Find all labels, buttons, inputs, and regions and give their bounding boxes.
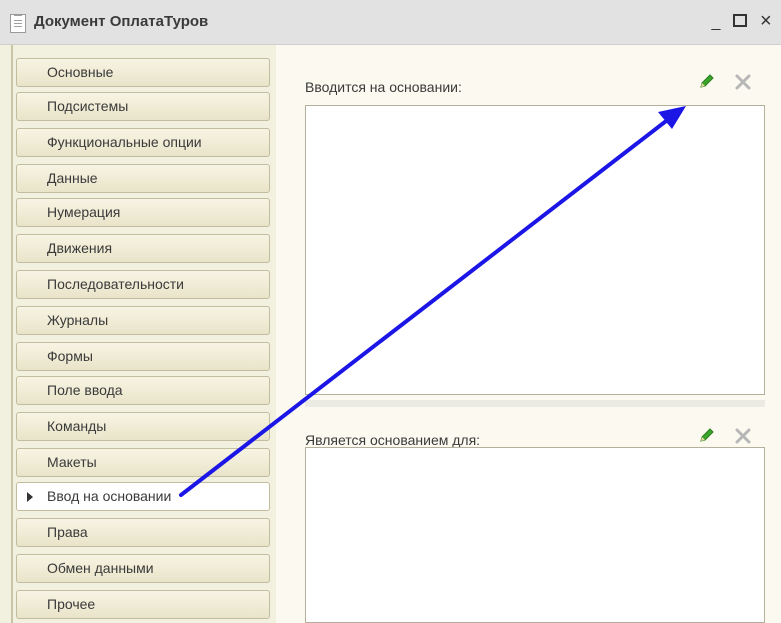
tab-label: Данные [47,170,98,186]
tab-label: Подсистемы [47,98,129,114]
tab-input-on-basis[interactable]: Ввод на основании [16,482,270,511]
basis-for-label: Является основанием для: [305,432,481,448]
tab-label: Нумерация [47,204,121,220]
tab-sequences[interactable]: Последовательности [16,270,270,299]
title-bar: Документ ОплатаТуров _ × [0,0,781,45]
tab-label: Основные [47,64,114,80]
triangle-right-icon [27,492,33,502]
tab-label: Последовательности [47,276,184,292]
tab-functional-options[interactable]: Функциональные опции [16,128,270,157]
tab-label: Обмен данными [47,560,154,576]
tab-label: Прочее [47,596,96,612]
tab-commands[interactable]: Команды [16,412,270,441]
tab-input-field[interactable]: Поле ввода [16,376,270,405]
tab-other[interactable]: Прочее [16,590,270,619]
document-icon [10,14,26,33]
tab-label: Формы [47,348,93,364]
sidebar-edge [11,45,13,623]
window-title: Документ ОплатаТуров [34,13,209,30]
tab-label: Функциональные опции [47,134,202,150]
pencil-icon[interactable] [698,426,716,444]
tab-data[interactable]: Данные [16,164,270,193]
maximize-button[interactable] [733,14,747,27]
tab-movements[interactable]: Движения [16,234,270,263]
tab-templates[interactable]: Макеты [16,448,270,477]
tab-main[interactable]: Основные [16,58,270,87]
tab-label: Команды [47,418,107,434]
based-on-list[interactable] [305,105,765,395]
tab-rights[interactable]: Права [16,518,270,547]
tab-label: Права [47,524,88,540]
tab-label: Журналы [47,312,109,328]
tab-forms[interactable]: Формы [16,342,270,371]
tab-numbering[interactable]: Нумерация [16,198,270,227]
minimize-button[interactable]: _ [706,12,726,31]
tab-label: Макеты [47,454,97,470]
tab-data-exchange[interactable]: Обмен данными [16,554,270,583]
tab-subsystems[interactable]: Подсистемы [16,92,270,121]
delete-icon[interactable] [733,426,753,446]
close-window-button[interactable]: × [760,10,781,32]
tab-label: Ввод на основании [47,488,172,504]
pencil-icon[interactable] [698,72,716,90]
basis-for-list[interactable] [305,447,765,623]
tab-label: Движения [47,240,113,256]
splitter[interactable] [305,400,765,407]
tab-label: Поле ввода [47,382,123,398]
delete-icon[interactable] [733,72,753,92]
tab-journals[interactable]: Журналы [16,306,270,335]
based-on-label: Вводится на основании: [305,79,462,95]
